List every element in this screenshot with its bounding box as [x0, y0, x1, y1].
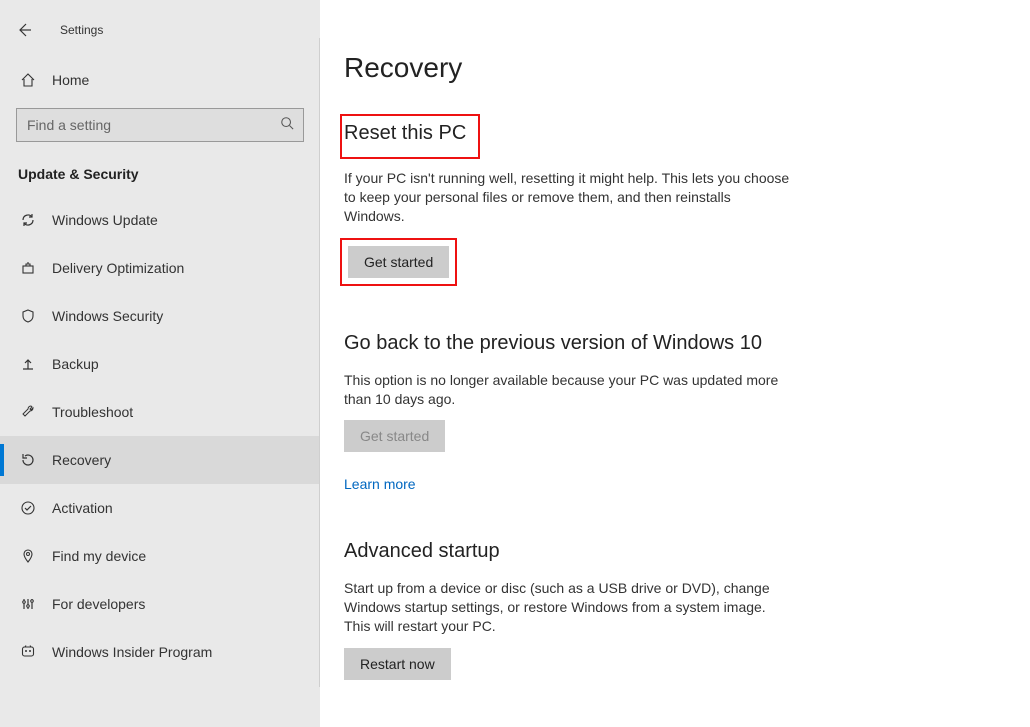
advanced-text: Start up from a device or disc (such as …: [344, 579, 794, 636]
page-title: Recovery: [344, 52, 1000, 84]
home-label: Home: [52, 72, 89, 88]
section-reset-this-pc: Reset this PC If your PC isn't running w…: [344, 114, 1000, 286]
sidebar-item-activation[interactable]: Activation: [0, 484, 320, 532]
backup-icon: [18, 356, 38, 372]
nav-list: Windows Update Delivery Optimization Win…: [0, 196, 320, 676]
sidebar-item-backup[interactable]: Backup: [0, 340, 320, 388]
goback-title: Go back to the previous version of Windo…: [344, 332, 1000, 355]
sidebar-item-windows-security[interactable]: Windows Security: [0, 292, 320, 340]
shield-icon: [18, 308, 38, 324]
sidebar-item-for-developers[interactable]: For developers: [0, 580, 320, 628]
section-go-back: Go back to the previous version of Windo…: [344, 332, 1000, 495]
header-row: Settings: [0, 12, 320, 48]
nav-label: Recovery: [52, 452, 111, 468]
search-container: [16, 108, 304, 142]
sidebar-item-delivery-optimization[interactable]: Delivery Optimization: [0, 244, 320, 292]
recovery-icon: [18, 452, 38, 468]
sidebar-item-home[interactable]: Home: [0, 62, 320, 98]
get-started-goback-button: Get started: [344, 420, 445, 452]
wrench-icon: [18, 404, 38, 420]
nav-label: Windows Insider Program: [52, 644, 212, 660]
reset-button-highlight: Get started: [340, 238, 457, 286]
nav-label: Troubleshoot: [52, 404, 133, 420]
search-icon: [280, 116, 294, 135]
nav-label: For developers: [52, 596, 145, 612]
reset-text: If your PC isn't running well, resetting…: [344, 169, 794, 226]
check-circle-icon: [18, 500, 38, 516]
back-arrow-icon[interactable]: [0, 22, 48, 38]
sidebar: Settings Home Update & Security Windows …: [0, 0, 320, 727]
nav-label: Find my device: [52, 548, 146, 564]
nav-label: Windows Security: [52, 308, 163, 324]
insider-icon: [18, 644, 38, 660]
search-input[interactable]: [16, 108, 304, 142]
nav-label: Backup: [52, 356, 99, 372]
sliders-icon: [18, 596, 38, 612]
sidebar-group-title: Update & Security: [18, 166, 302, 182]
nav-label: Delivery Optimization: [52, 260, 184, 276]
restart-now-button[interactable]: Restart now: [344, 648, 451, 680]
sidebar-item-find-my-device[interactable]: Find my device: [0, 532, 320, 580]
section-advanced-startup: Advanced startup Start up from a device …: [344, 540, 1000, 680]
nav-label: Activation: [52, 500, 113, 516]
sidebar-item-troubleshoot[interactable]: Troubleshoot: [0, 388, 320, 436]
get-started-reset-button[interactable]: Get started: [348, 246, 449, 278]
delivery-icon: [18, 260, 38, 276]
refresh-icon: [18, 212, 38, 228]
sidebar-item-windows-insider[interactable]: Windows Insider Program: [0, 628, 320, 676]
advanced-title: Advanced startup: [344, 540, 1000, 563]
home-icon: [18, 72, 38, 88]
nav-label: Windows Update: [52, 212, 158, 228]
reset-title: Reset this PC: [340, 114, 480, 159]
location-icon: [18, 548, 38, 564]
goback-text: This option is no longer available becau…: [344, 371, 794, 409]
app-title: Settings: [60, 23, 103, 37]
sidebar-divider: [319, 38, 320, 687]
learn-more-link[interactable]: Learn more: [344, 476, 416, 492]
sidebar-item-windows-update[interactable]: Windows Update: [0, 196, 320, 244]
sidebar-item-recovery[interactable]: Recovery: [0, 436, 320, 484]
main-content: Recovery Reset this PC If your PC isn't …: [320, 0, 1030, 727]
